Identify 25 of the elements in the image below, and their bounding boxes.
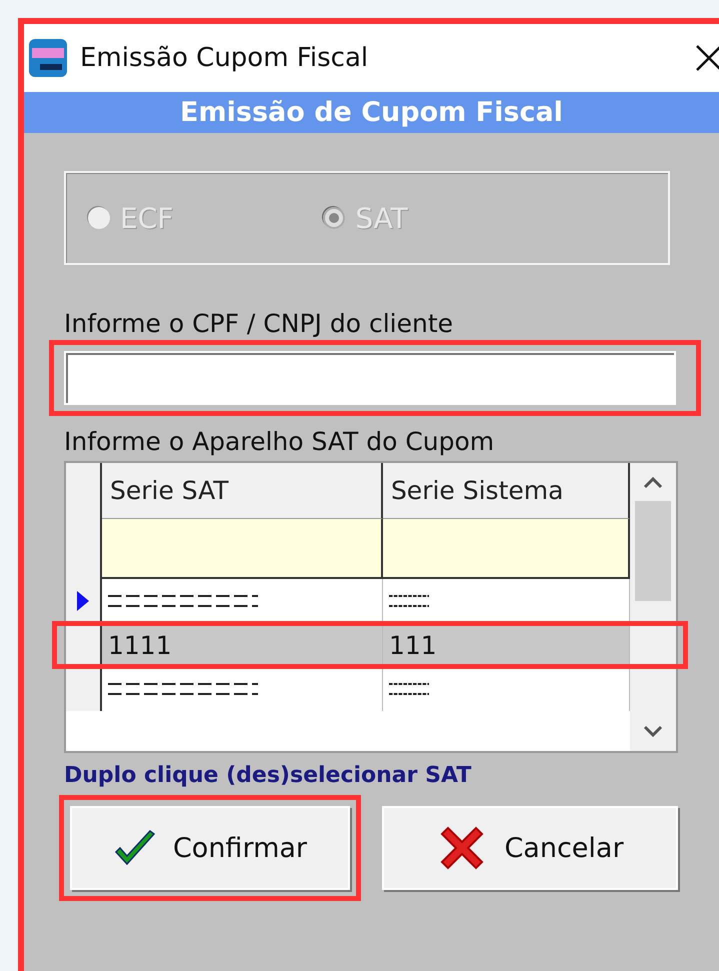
clipped-text-drawing [388,682,429,696]
sat-label: Informe o Aparelho SAT do Cupom [64,427,496,458]
app-icon [28,38,68,78]
cancel-button[interactable]: Cancelar [382,806,678,890]
form-header: Emissão de Cupom Fiscal [24,92,719,133]
row-indicator [66,463,102,519]
scrollbar[interactable] [630,463,676,751]
hint-text: Duplo clique (des)selecionar SAT [64,763,472,788]
table-cell: 1111 [102,623,383,667]
current-row-icon [77,591,89,611]
clipped-text-drawing [388,594,429,608]
row-indicator[interactable] [66,579,102,623]
scroll-down-icon[interactable] [643,725,663,737]
cpf-input-field[interactable] [64,351,676,405]
scroll-up-icon[interactable] [643,477,663,489]
cpf-label: Informe o CPF / CNPJ do cliente [64,309,454,340]
filter-cell[interactable] [102,519,383,579]
window-title: Emissão Cupom Fiscal [80,43,370,73]
checkmark-icon [112,828,157,868]
column-header[interactable]: Serie Sistema [382,463,630,519]
column-header[interactable]: Serie SAT [102,463,383,519]
filter-cell[interactable] [382,519,630,579]
confirm-button[interactable]: Confirmar [70,806,350,890]
close-icon[interactable] [694,43,719,73]
row-indicator[interactable] [66,667,102,711]
